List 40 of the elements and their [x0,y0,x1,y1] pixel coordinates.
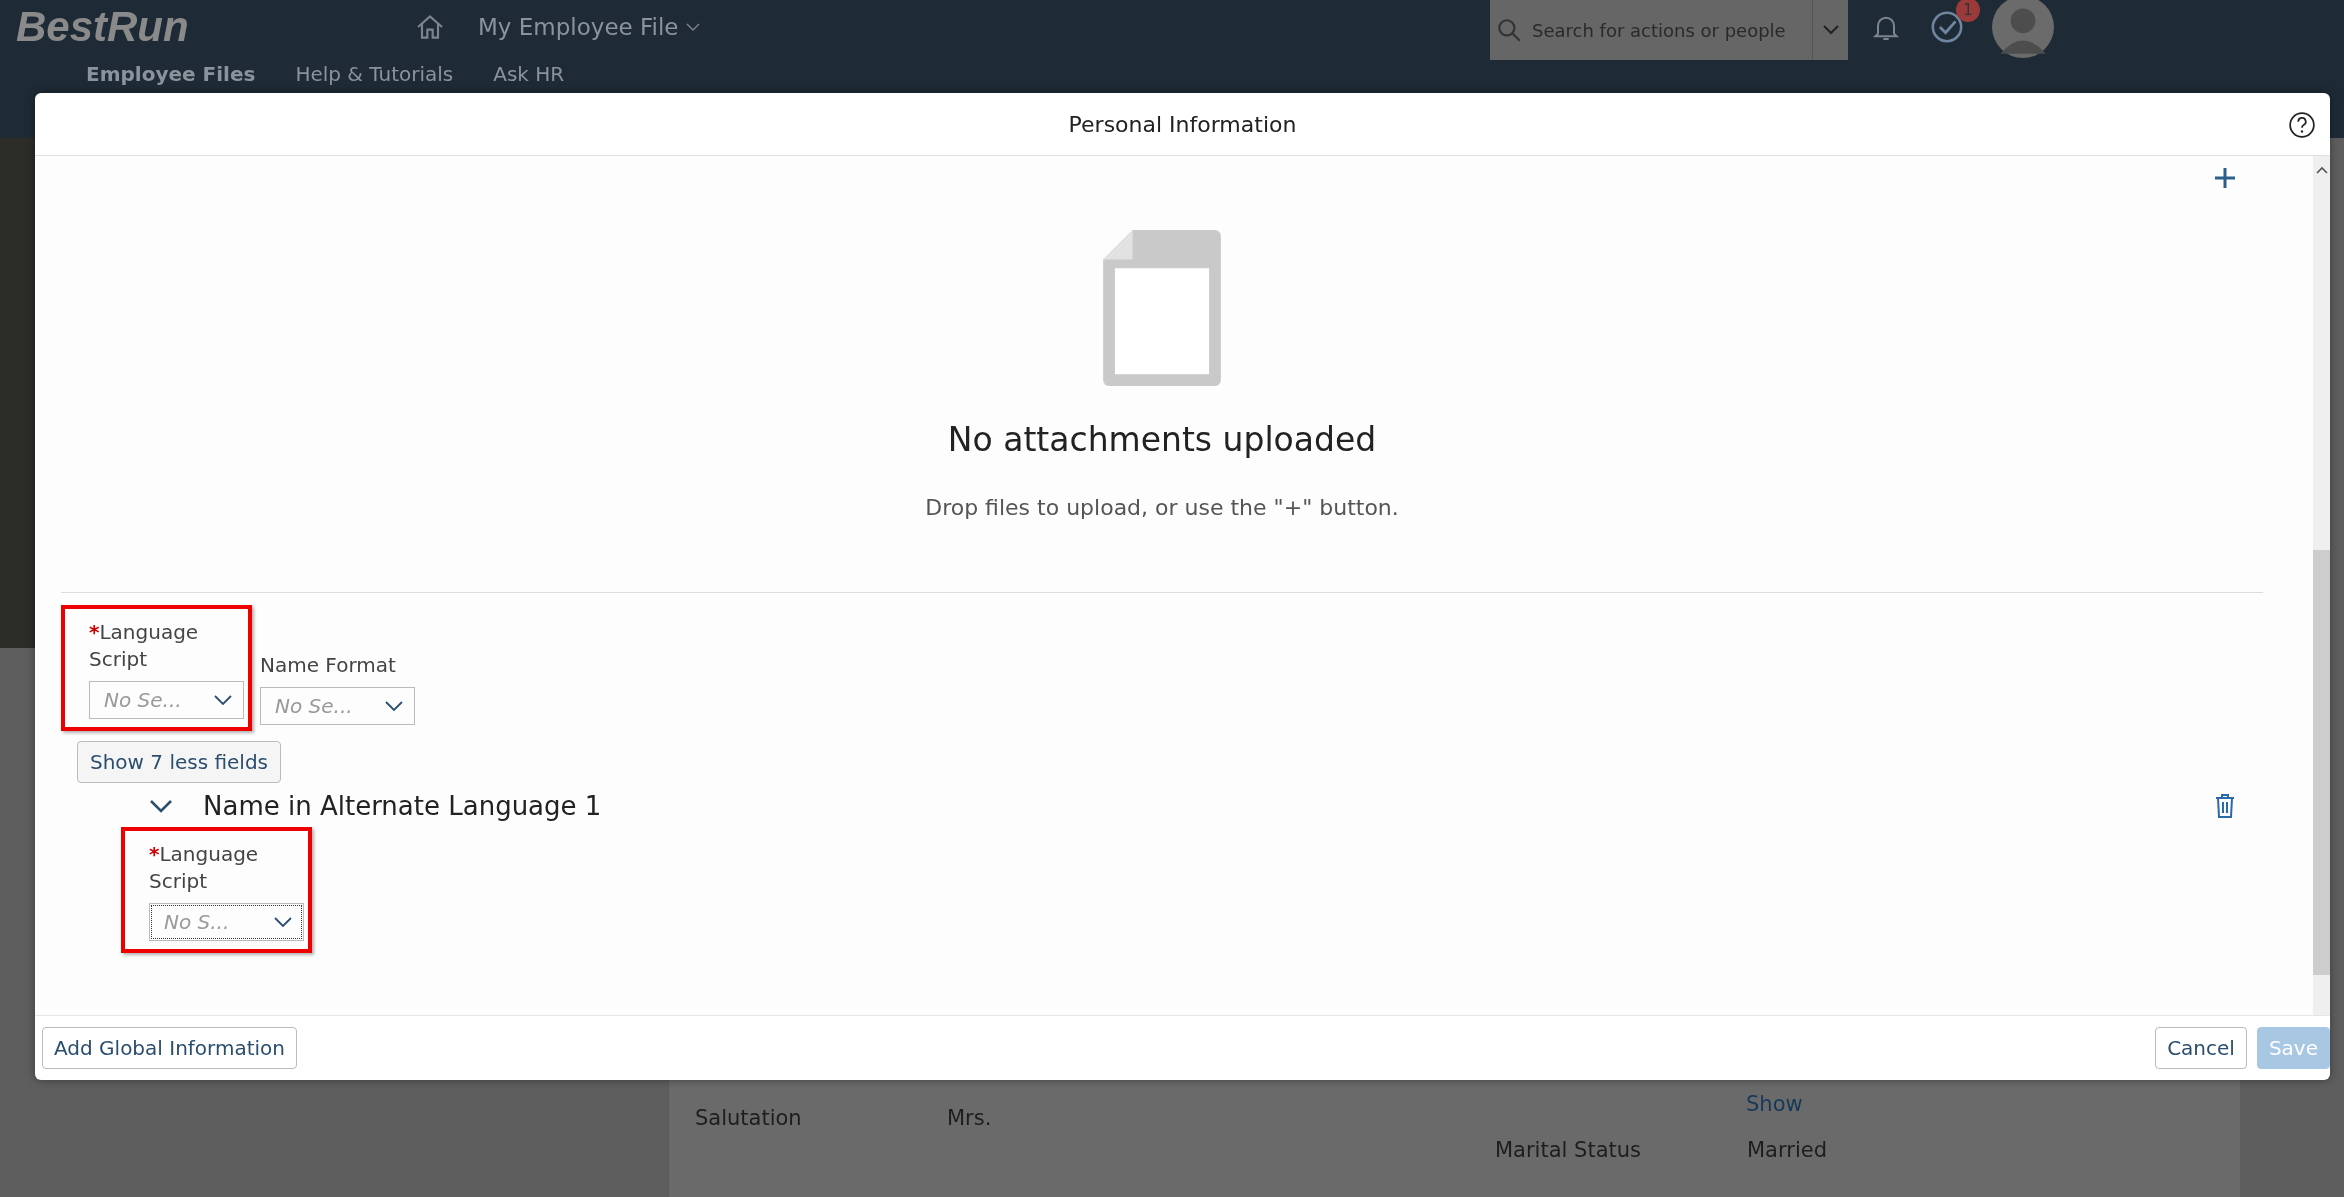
field-value: Married [1747,1138,1827,1162]
field-label: Marital Status [1495,1138,1642,1162]
show-less-fields-button[interactable]: Show 7 less fields [77,741,282,783]
empty-state-hint: Drop files to upload, or use the "+" button. [925,495,1399,520]
nav-tab[interactable]: Ask HR [493,62,565,86]
checkmark-circle-icon[interactable] [1930,10,1964,44]
field-value: Mrs. [947,1106,992,1130]
page-menu[interactable]: My Employee File [478,14,679,40]
cancel-button[interactable]: Cancel [2155,1027,2247,1069]
caret-icon [1820,24,1841,36]
caret-icon[interactable] [686,23,701,31]
search-field[interactable]: Search for actions or people [1490,0,1812,60]
collapse-chevron-icon[interactable] [149,799,173,813]
avatar-icon[interactable] [1992,0,2054,58]
notification-count: 1 [1956,0,1980,22]
trash-icon[interactable] [2213,792,2237,820]
caret-icon [384,700,404,712]
scrollbar[interactable] [2313,156,2330,1015]
field-label: *Language Script [89,619,200,673]
document-icon [1103,230,1221,386]
dialog-title: Personal Information [1068,111,1297,137]
company-logo[interactable]: BestRun [16,3,396,51]
field-label: Name Format [260,652,397,679]
nav-tab[interactable]: Employee Files [86,62,256,86]
add-global-information-button[interactable]: Add Global Information [42,1027,297,1069]
dropdown-field[interactable]: No Se... [89,681,244,719]
nav-tab[interactable]: Help & Tutorials [295,62,454,86]
dropdown-field[interactable]: No S... [149,903,304,941]
section-title: Name in Alternate Language 1 [203,791,603,821]
scroll-up-icon[interactable] [2315,166,2328,174]
caret-icon [273,916,293,928]
help-icon[interactable] [2288,111,2316,139]
add-icon[interactable] [2213,166,2237,190]
dropdown-field[interactable]: No Se... [260,687,415,725]
search-icon [1496,17,1522,43]
empty-state-title: No attachments uploaded [947,420,1377,459]
field-label: Salutation [695,1106,803,1130]
caret-icon [213,694,233,706]
search-input[interactable]: Search for actions or people [1530,18,1804,42]
field-label: *Language Script [149,841,260,895]
